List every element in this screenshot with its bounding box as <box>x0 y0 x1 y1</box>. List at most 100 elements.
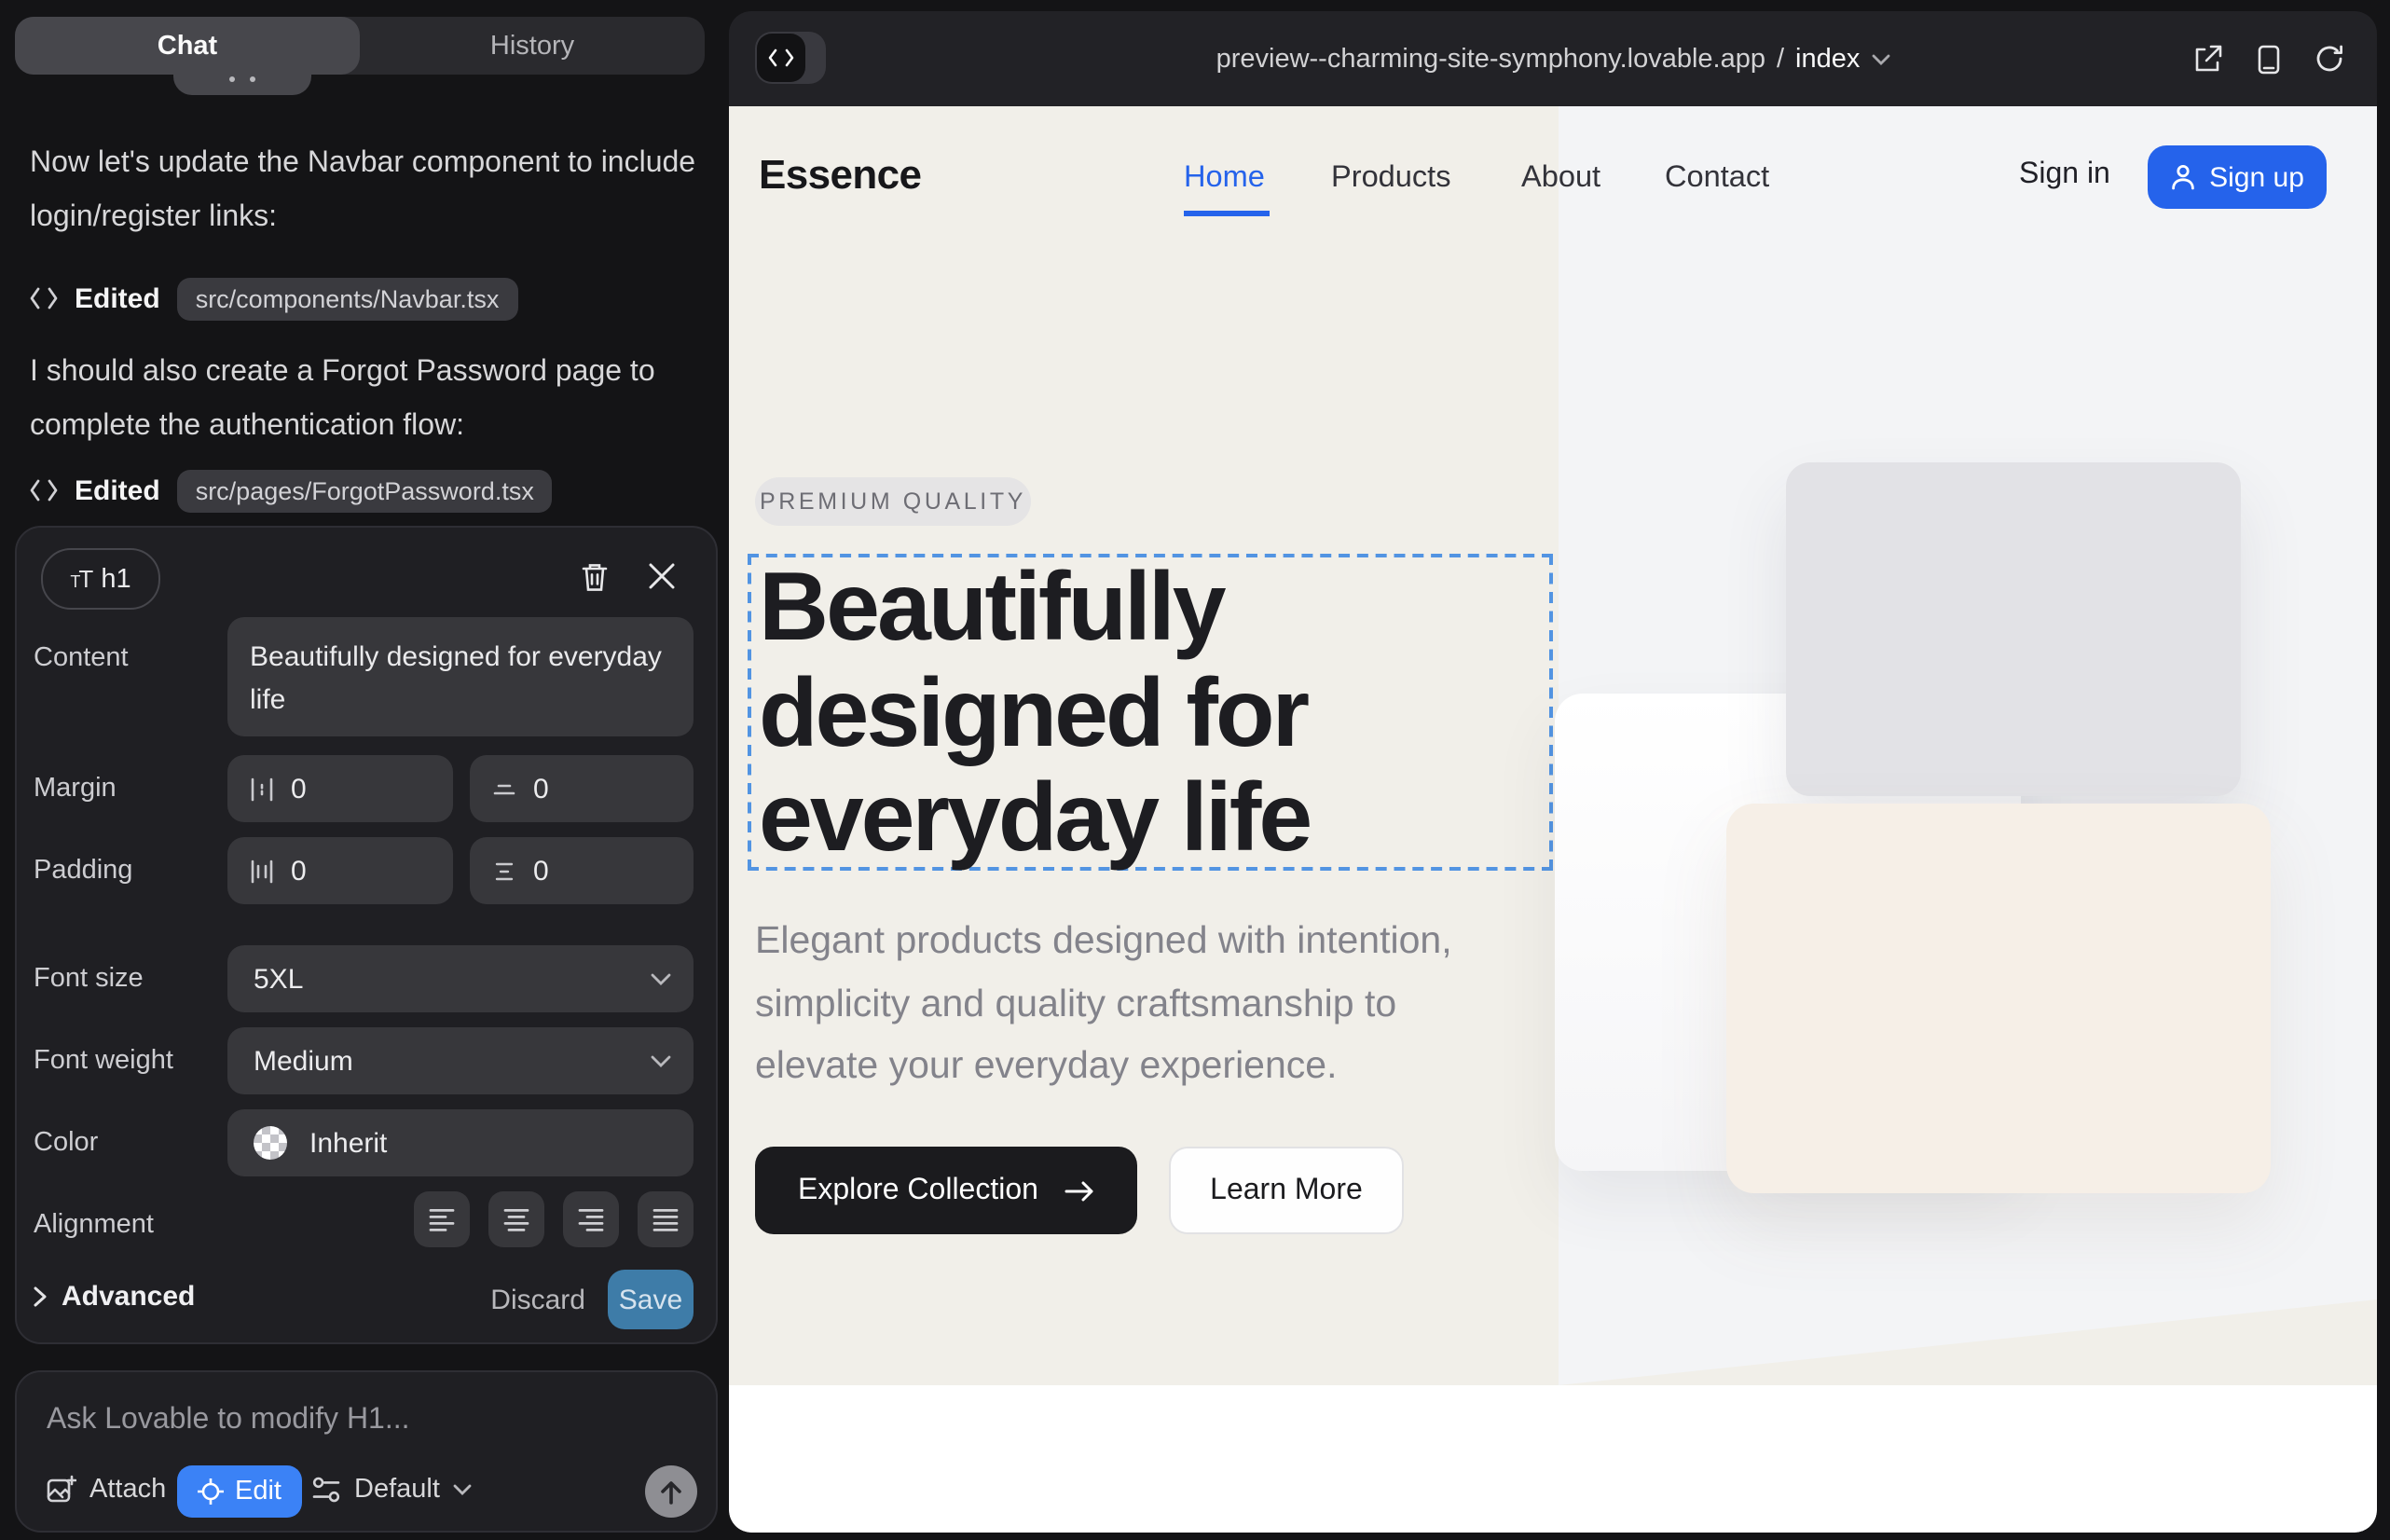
tab-chat-label: Chat <box>158 31 217 61</box>
chrome-actions <box>2194 11 2343 106</box>
send-button[interactable] <box>645 1465 697 1518</box>
padding-x-input[interactable]: 0 <box>227 837 453 904</box>
arrow-up-icon <box>660 1479 682 1504</box>
margin-label: Margin <box>34 774 117 804</box>
sign-up-label: Sign up <box>2209 161 2304 193</box>
content-textarea[interactable]: Beautifully designed for everyday life <box>227 617 694 736</box>
selected-element-tag[interactable]: TT h1 <box>41 548 160 610</box>
chat-input[interactable]: Ask Lovable to modify H1... <box>47 1404 410 1437</box>
padding-x-value: 0 <box>291 855 307 887</box>
edited-file-row[interactable]: Edited src/pages/ForgotPassword.tsx <box>30 466 553 515</box>
mode-label: Default <box>354 1475 440 1505</box>
refresh-icon[interactable] <box>2315 45 2343 73</box>
edited-label: Edited <box>75 282 160 314</box>
learn-more-label: Learn More <box>1210 1174 1363 1207</box>
dot-icon <box>250 76 255 82</box>
chat-composer[interactable]: Ask Lovable to modify H1... Attach Edit … <box>15 1370 718 1533</box>
chevron-down-icon <box>453 1484 472 1495</box>
padding-label: Padding <box>34 856 132 886</box>
chat-message: Now let's update the Navbar component to… <box>30 138 701 244</box>
user-icon <box>2170 164 2196 190</box>
align-center-button[interactable] <box>488 1191 544 1247</box>
active-nav-underline <box>1184 211 1270 215</box>
page-name: index <box>1795 44 1860 74</box>
align-right-button[interactable] <box>563 1191 619 1247</box>
hero-paragraph-line: simplicity and quality craftsmanship to <box>755 972 1452 1035</box>
hero-paragraph: Elegant products designed with intention… <box>755 910 1452 1097</box>
delete-element-button[interactable] <box>572 554 617 598</box>
learn-more-button[interactable]: Learn More <box>1169 1147 1404 1234</box>
nav-link-products[interactable]: Products <box>1331 160 1451 196</box>
font-size-select[interactable]: 5XL <box>227 945 694 1012</box>
mobile-icon[interactable] <box>2258 44 2280 74</box>
nav-link-home[interactable]: Home <box>1184 160 1265 196</box>
site-page: Essence Home Products About Contact Sign… <box>729 106 2377 1533</box>
explore-collection-button[interactable]: Explore Collection <box>755 1147 1137 1234</box>
color-value: Inherit <box>309 1127 387 1159</box>
chat-message: I should also create a Forgot Password p… <box>30 347 701 453</box>
tab-chat[interactable]: Chat <box>15 17 360 75</box>
preview-browser: preview--charming-site-symphony.lovable.… <box>729 11 2377 1533</box>
chevron-down-icon <box>1871 53 1889 64</box>
hero-heading[interactable]: Beautifully designed for everyday life <box>759 556 1310 872</box>
sign-in-link[interactable]: Sign in <box>2019 158 2110 192</box>
margin-x-value: 0 <box>291 773 307 804</box>
align-justify-button[interactable] <box>638 1191 694 1247</box>
font-weight-value: Medium <box>254 1045 353 1077</box>
premium-badge: PREMIUM QUALITY <box>755 477 1031 526</box>
site-logo[interactable]: Essence <box>759 151 921 199</box>
browser-chrome: preview--charming-site-symphony.lovable.… <box>729 11 2377 106</box>
edit-label: Edit <box>235 1477 282 1506</box>
hero-paragraph-line: elevate your everyday experience. <box>755 1035 1452 1097</box>
margin-y-input[interactable]: 0 <box>470 755 694 822</box>
hero-paragraph-line: Elegant products designed with intention… <box>755 910 1452 972</box>
margin-horizontal-icon <box>250 777 274 801</box>
padding-y-input[interactable]: 0 <box>470 837 694 904</box>
font-weight-select[interactable]: Medium <box>227 1027 694 1094</box>
explore-collection-label: Explore Collection <box>798 1174 1038 1207</box>
attach-button[interactable]: Attach <box>47 1475 166 1505</box>
dot-icon <box>229 76 235 82</box>
edited-label: Edited <box>75 474 160 506</box>
save-button[interactable]: Save <box>608 1270 694 1329</box>
panel-tabs: Chat History <box>15 17 705 75</box>
alignment-label: Alignment <box>34 1210 154 1240</box>
align-left-icon <box>429 1207 455 1231</box>
font-size-label: Font size <box>34 964 144 994</box>
padding-y-value: 0 <box>533 855 549 887</box>
sign-up-button[interactable]: Sign up <box>2148 145 2327 209</box>
typography-icon: TT <box>70 565 91 593</box>
file-path-chip[interactable]: src/components/Navbar.tsx <box>177 277 518 320</box>
align-center-icon <box>503 1207 529 1231</box>
element-tag-label: h1 <box>101 564 130 594</box>
mode-select[interactable]: Default <box>311 1475 472 1505</box>
tab-history-label: History <box>490 31 574 61</box>
tab-history[interactable]: History <box>360 17 705 75</box>
edited-file-row[interactable]: Edited src/components/Navbar.tsx <box>30 274 517 323</box>
margin-vertical-icon <box>492 777 516 801</box>
hero-card-beige <box>1726 804 2271 1193</box>
hero-heading-line: Beautifully <box>759 556 1310 661</box>
discard-button[interactable]: Discard <box>490 1285 585 1316</box>
attach-label: Attach <box>89 1475 166 1505</box>
external-link-icon[interactable] <box>2194 45 2222 73</box>
url-bar[interactable]: preview--charming-site-symphony.lovable.… <box>729 11 2377 106</box>
margin-x-input[interactable]: 0 <box>227 755 453 822</box>
chevron-down-icon <box>651 972 671 985</box>
color-label: Color <box>34 1128 98 1158</box>
code-icon <box>30 287 58 309</box>
align-left-button[interactable] <box>414 1191 470 1247</box>
advanced-toggle[interactable]: Advanced <box>34 1281 195 1313</box>
padding-vertical-icon <box>492 859 516 883</box>
arrow-right-icon <box>1065 1179 1094 1202</box>
nav-link-about[interactable]: About <box>1521 160 1600 196</box>
align-right-icon <box>578 1207 604 1231</box>
transparent-swatch-icon <box>254 1126 287 1160</box>
nav-link-contact[interactable]: Contact <box>1665 160 1769 196</box>
url-separator: / <box>1777 44 1784 74</box>
chevron-down-icon <box>651 1054 671 1067</box>
close-icon[interactable] <box>639 554 684 598</box>
file-path-chip[interactable]: src/pages/ForgotPassword.tsx <box>177 469 553 512</box>
color-field[interactable]: Inherit <box>227 1109 694 1176</box>
edit-mode-button[interactable]: Edit <box>177 1465 302 1518</box>
